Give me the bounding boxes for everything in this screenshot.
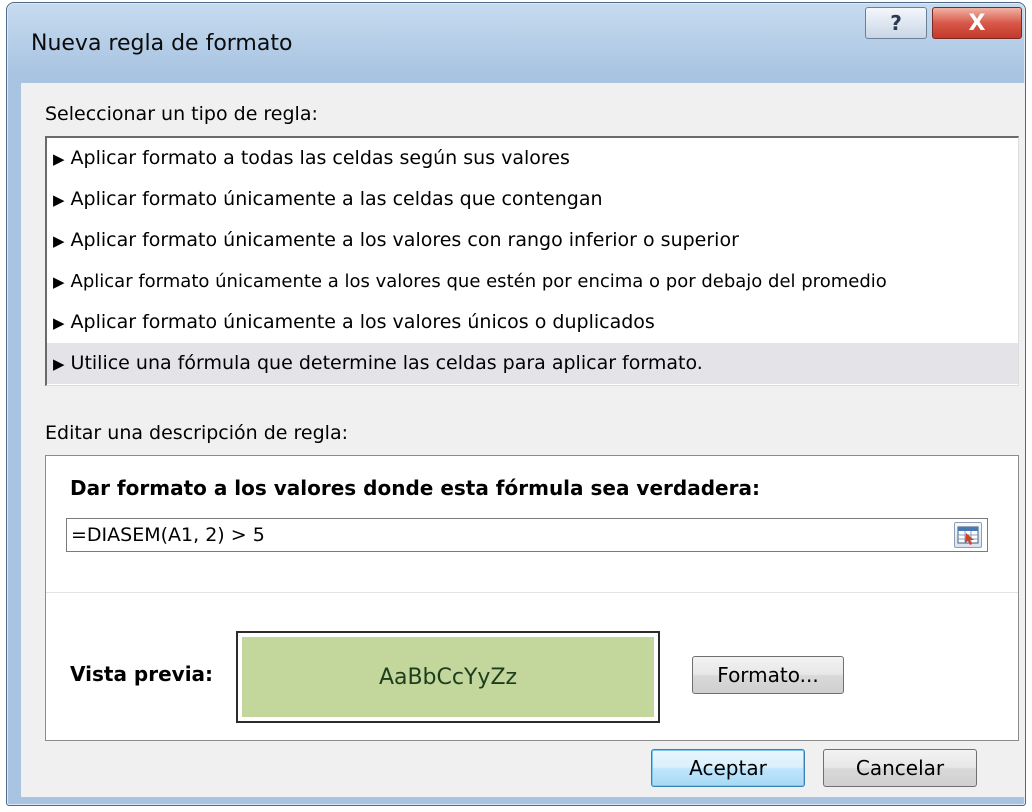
collapse-dialog-button[interactable]: [954, 522, 982, 548]
rule-description-label: Editar una descripción de regla:: [45, 422, 348, 444]
help-icon: ?: [890, 11, 902, 35]
close-icon: X: [968, 10, 986, 36]
dialog-window: Nueva regla de formato ? X Seleccionar u…: [6, 2, 1026, 806]
triangle-right-icon: ▶: [53, 273, 65, 291]
rule-type-item-label: Aplicar formato únicamente a las celdas …: [70, 188, 603, 210]
rule-type-item-label: Utilice una fórmula que determine las ce…: [70, 352, 703, 374]
rule-type-item[interactable]: ▶ Aplicar formato a todas las celdas segú…: [47, 138, 1018, 179]
rule-type-label: Seleccionar un tipo de regla:: [45, 103, 318, 125]
close-button[interactable]: X: [932, 7, 1022, 39]
help-button[interactable]: ?: [865, 7, 927, 39]
cancel-button[interactable]: Cancelar: [823, 749, 977, 787]
formula-input[interactable]: [66, 518, 988, 552]
triangle-right-icon: ▶: [53, 191, 65, 209]
preview-label: Vista previa:: [70, 662, 214, 686]
divider: [46, 592, 1018, 593]
rule-type-item[interactable]: ▶ Aplicar formato únicamente a los valore…: [47, 261, 1018, 302]
rule-type-item-label: Aplicar formato únicamente a los valores…: [70, 271, 887, 292]
triangle-right-icon: ▶: [53, 314, 65, 332]
ok-button-label: Aceptar: [689, 756, 767, 780]
triangle-right-icon: ▶: [53, 150, 65, 168]
cancel-button-label: Cancelar: [855, 756, 945, 780]
formula-heading: Dar formato a los valores donde esta fór…: [70, 476, 760, 500]
rule-type-item[interactable]: ▶ Aplicar formato únicamente a los valore…: [47, 220, 1018, 261]
dialog-body: Seleccionar un tipo de regla: ▶ Aplicar f…: [21, 83, 1025, 797]
format-button-label: Formato...: [717, 663, 819, 687]
triangle-right-icon: ▶: [53, 232, 65, 250]
rule-type-item[interactable]: ▶ Aplicar formato únicamente a las celdas…: [47, 179, 1018, 220]
preview-box: AaBbCcYyZz: [236, 631, 660, 723]
rule-type-item[interactable]: ▶ Aplicar formato únicamente a los valore…: [47, 302, 1018, 343]
dialog-title: Nueva regla de formato: [31, 31, 293, 56]
format-button[interactable]: Formato...: [692, 656, 844, 694]
rule-description-panel: Dar formato a los valores donde esta fór…: [45, 455, 1019, 741]
triangle-right-icon: ▶: [53, 355, 65, 373]
preview-sample-text: AaBbCcYyZz: [242, 637, 654, 717]
rule-type-item-label: Aplicar formato a todas las celdas según…: [70, 147, 570, 169]
rule-type-list[interactable]: ▶ Aplicar formato a todas las celdas segú…: [45, 136, 1019, 386]
rule-type-item-label: Aplicar formato únicamente a los valores…: [70, 229, 739, 251]
rule-type-item-label: Aplicar formato únicamente a los valores…: [70, 311, 655, 333]
range-selector-icon: [957, 526, 979, 545]
rule-type-item[interactable]: ▶ Utilice una fórmula que determine las c…: [47, 343, 1018, 384]
ok-button[interactable]: Aceptar: [651, 749, 805, 787]
